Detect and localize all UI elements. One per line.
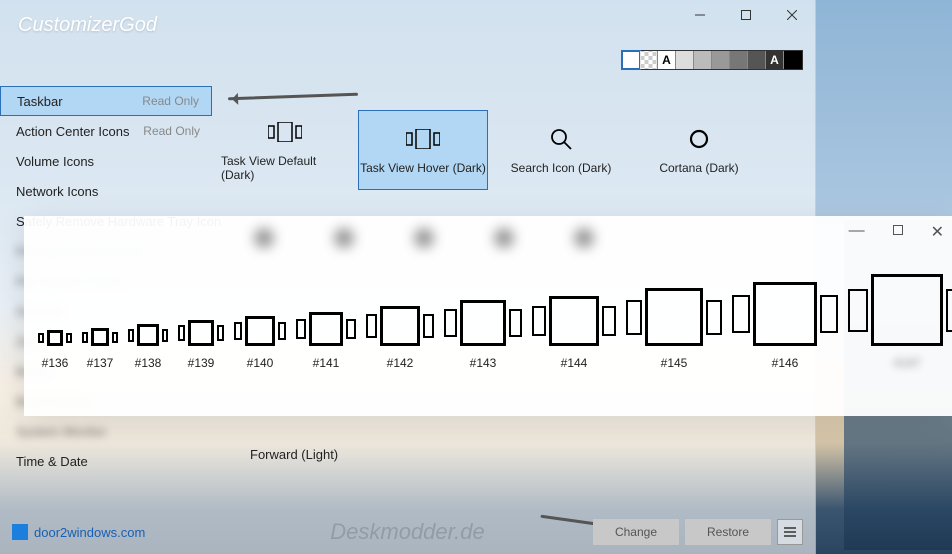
taskview-icon (848, 274, 952, 346)
brand-label: door2windows.com (34, 525, 145, 540)
taskview-icon (128, 324, 168, 346)
size-label: #143 (470, 356, 497, 370)
icon-cell[interactable]: Task View Default (Dark) (220, 110, 350, 190)
taskview-icon (38, 330, 72, 346)
size-item[interactable]: #146 (732, 282, 838, 370)
restore-button[interactable]: Restore (685, 519, 771, 545)
size-label: #144 (561, 356, 588, 370)
icon-cell-label: Search Icon (Dark) (511, 161, 612, 175)
popup-minimize-button[interactable]: — (849, 222, 865, 242)
taskview-icon (366, 306, 434, 346)
popup-maximize-button[interactable] (893, 222, 903, 242)
readonly-badge: Read Only (143, 124, 200, 138)
color-swatch[interactable] (748, 51, 766, 69)
color-swatch[interactable]: A (658, 51, 676, 69)
maximize-button[interactable] (723, 0, 769, 30)
taskview-icon (626, 288, 722, 346)
color-swatches: AA (621, 50, 803, 70)
action-buttons: Change Restore (593, 519, 803, 545)
icon-cell-label: Task View Default (Dark) (221, 154, 349, 182)
size-label: #147 (894, 356, 921, 370)
size-item[interactable]: #142 (366, 306, 434, 370)
size-label: #139 (188, 356, 215, 370)
color-swatch[interactable] (784, 51, 802, 69)
sidebar-item-label: Action Center Icons (16, 124, 129, 139)
taskview-icon (444, 300, 522, 346)
size-item[interactable]: #139 (178, 320, 224, 370)
taskview-icon (406, 125, 440, 153)
sidebar-item-label: System Monitor (16, 424, 106, 439)
size-label: #140 (247, 356, 274, 370)
icon-cell-label: Task View Hover (Dark) (360, 161, 486, 175)
size-preview-popup: — ✕ #136 #137 #138 #139 #140 #141 #142 #143 #144… (24, 216, 952, 416)
sidebar-item[interactable]: System Monitor (0, 416, 212, 446)
taskview-icon (234, 316, 286, 346)
sidebar-item-label: Network Icons (16, 184, 98, 199)
color-swatch[interactable] (730, 51, 748, 69)
color-swatch[interactable] (712, 51, 730, 69)
color-swatch[interactable] (640, 51, 658, 69)
size-item[interactable]: #147 (848, 274, 952, 370)
icon-cell-label: Forward (Light) (250, 447, 338, 462)
icon-cell[interactable]: Cortana (Dark) (634, 110, 764, 190)
size-label: #146 (772, 356, 799, 370)
watermark-text: Deskmodder.de (330, 519, 484, 545)
sidebar-item-label: Taskbar (17, 94, 63, 109)
size-item[interactable]: #141 (296, 312, 356, 370)
sidebar-item[interactable]: Time & Date (0, 446, 212, 476)
sidebar-item-label: Volume Icons (16, 154, 94, 169)
size-label: #136 (42, 356, 69, 370)
sidebar-item-label: Time & Date (16, 454, 88, 469)
cortana-icon (688, 125, 710, 153)
titlebar: CustomizerGod (0, 0, 815, 50)
taskview-icon (82, 328, 118, 346)
brand-link[interactable]: door2windows.com (12, 524, 145, 540)
change-button[interactable]: Change (593, 519, 679, 545)
taskview-icon (296, 312, 356, 346)
taskview-icon (268, 118, 302, 146)
blurred-row (254, 228, 822, 258)
minimize-button[interactable] (677, 0, 723, 30)
taskview-icon (532, 296, 616, 346)
size-item[interactable]: #138 (128, 324, 168, 370)
app-title: CustomizerGod (18, 14, 157, 37)
icon-cell-label: Cortana (Dark) (659, 161, 738, 175)
window-controls (677, 0, 815, 30)
icon-cell[interactable]: Search Icon (Dark) (496, 110, 626, 190)
readonly-badge: Read Only (142, 94, 199, 108)
taskview-icon (178, 320, 224, 346)
size-item[interactable]: #137 (82, 328, 118, 370)
size-label: #137 (87, 356, 114, 370)
popup-close-button[interactable]: ✕ (931, 222, 944, 242)
search-icon (550, 125, 572, 153)
size-label: #141 (313, 356, 340, 370)
size-item[interactable]: #144 (532, 296, 616, 370)
size-item[interactable]: #143 (444, 300, 522, 370)
popup-window-controls: — ✕ (849, 222, 944, 242)
bottom-bar: door2windows.com Deskmodder.de Change Re… (0, 510, 815, 554)
color-swatch[interactable] (694, 51, 712, 69)
taskview-icon (732, 282, 838, 346)
sidebar-item[interactable]: Taskbar Read Only (0, 86, 212, 116)
sidebar-item[interactable]: Network Icons (0, 176, 212, 206)
sidebar-item[interactable]: Action Center Icons Read Only (0, 116, 212, 146)
size-item[interactable]: #145 (626, 288, 722, 370)
size-label: #142 (387, 356, 414, 370)
brand-logo-icon (12, 524, 28, 540)
color-swatch[interactable] (676, 51, 694, 69)
color-swatch[interactable] (622, 51, 640, 69)
hamburger-menu-button[interactable] (777, 519, 803, 545)
color-swatch[interactable]: A (766, 51, 784, 69)
size-item[interactable]: #136 (38, 330, 72, 370)
size-item[interactable]: #140 (234, 316, 286, 370)
size-label: #145 (661, 356, 688, 370)
size-label: #138 (135, 356, 162, 370)
close-button[interactable] (769, 0, 815, 30)
icon-grid: Task View Default (Dark) Task View Hover … (220, 110, 807, 190)
icon-cell[interactable]: Task View Hover (Dark) (358, 110, 488, 190)
sidebar-item[interactable]: Volume Icons (0, 146, 212, 176)
